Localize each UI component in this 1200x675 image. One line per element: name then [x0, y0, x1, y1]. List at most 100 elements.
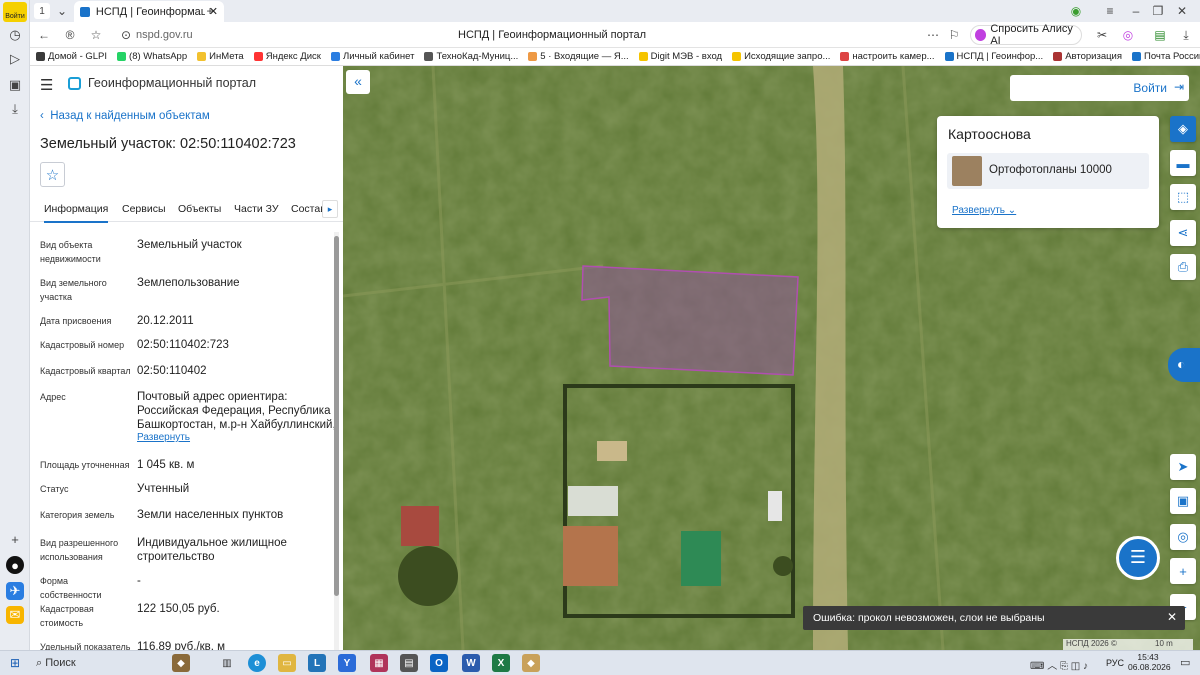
windows-start-icon[interactable]: ⊞	[10, 656, 20, 670]
yandex-icon[interactable]: Y	[338, 654, 356, 672]
back-icon[interactable]: ←	[36, 27, 52, 43]
extension-icon[interactable]: ▤	[1152, 27, 1168, 43]
attribute-label: Вид земельного участка	[40, 278, 107, 302]
play-icon[interactable]: ▷	[6, 50, 24, 68]
bookmark-label: Личный кабинет	[342, 51, 415, 62]
tab-3[interactable]: Части ЗУ	[234, 203, 279, 221]
app-icon[interactable]: L	[308, 654, 326, 672]
edge-icon[interactable]: e	[248, 654, 266, 672]
zoom-in-icon[interactable]: +	[1170, 558, 1196, 584]
tabs-next-icon[interactable]: ▸	[322, 200, 338, 218]
basemap-expand-link[interactable]: Развернуть ⌄	[952, 205, 1016, 216]
parcel-polygon[interactable]	[581, 265, 799, 376]
ruler-icon[interactable]: ▬	[1170, 150, 1196, 176]
search-box[interactable]: ⌕ Поиск	[36, 657, 76, 670]
downloads-icon[interactable]: ⤓	[6, 100, 24, 118]
language-indicator[interactable]: РУС	[1106, 658, 1124, 668]
tray-icons[interactable]: ⌨ ︿ ⎘ ◫ ♪	[1030, 657, 1088, 672]
tab-count[interactable]: 1	[34, 3, 50, 19]
favorite-star-icon[interactable]: ☆	[40, 162, 65, 187]
tab-2[interactable]: Объекты	[178, 203, 221, 221]
download-icon[interactable]: ⤓	[1178, 27, 1194, 43]
alice-button[interactable]: Спросить Алису AI	[970, 23, 1082, 47]
app-icon[interactable]: ◆	[522, 654, 540, 672]
assistant-icon[interactable]: ◐	[1168, 348, 1200, 382]
bookmark-favicon-icon	[117, 52, 127, 61]
select-area-icon[interactable]: ⬚	[1170, 184, 1196, 210]
bookmark-item[interactable]: Исходящие запро...	[732, 51, 830, 62]
one-icon[interactable]: ▣	[6, 76, 24, 94]
close-window-icon[interactable]: ✕	[1174, 3, 1190, 19]
extension-icon[interactable]: ◉	[1068, 3, 1084, 19]
minimap-icon[interactable]: ▣	[1170, 488, 1196, 514]
shield-icon[interactable]: ®	[62, 27, 78, 43]
calculator-icon[interactable]: ▤	[400, 654, 418, 672]
extension-icon[interactable]: ◎	[1120, 27, 1136, 43]
tab-1[interactable]: Сервисы	[122, 203, 166, 221]
add-icon[interactable]: +	[6, 530, 24, 548]
menu-icon[interactable]: ☰	[40, 76, 53, 94]
login-box[interactable]: Войти ⇥	[1010, 75, 1189, 101]
outlook-icon[interactable]: O	[430, 654, 448, 672]
clock[interactable]: 15:43 06.08.2026	[1128, 652, 1171, 672]
bookmark-label: Домой - GLPI	[48, 51, 108, 62]
more-icon[interactable]: ⋯	[925, 27, 941, 43]
bookmark-item[interactable]: ТехноКад-Муниц...	[424, 51, 518, 62]
bookmark-item[interactable]: настроить камер...	[840, 51, 935, 62]
basemap-item-label: Ортофотопланы 10000	[989, 164, 1112, 176]
task-view-icon[interactable]: ▥	[218, 654, 236, 672]
folder-icon[interactable]: ▭	[278, 654, 296, 672]
tab-4[interactable]: Состав	[291, 203, 326, 221]
star-icon[interactable]: ☆	[88, 27, 104, 43]
mail-icon[interactable]: ✉	[6, 606, 24, 624]
login-button[interactable]: Войти	[3, 2, 27, 22]
expand-address-link[interactable]: Развернуть	[137, 432, 190, 443]
minimize-icon[interactable]: –	[1128, 3, 1144, 19]
bookmark-item[interactable]: ИнМета	[197, 51, 244, 62]
calendar-icon[interactable]: ▦	[370, 654, 388, 672]
bookmark-item[interactable]: Авторизация	[1053, 51, 1122, 62]
bookmark-item[interactable]: Почта России - М...	[1132, 51, 1200, 62]
app-icon[interactable]: ✈	[6, 582, 24, 600]
excel-icon[interactable]: X	[492, 654, 510, 672]
attribute-label: Удельный показатель	[40, 642, 131, 650]
url-text[interactable]: nspd.gov.ru	[136, 29, 193, 41]
basemap-item[interactable]: Ортофотопланы 10000	[947, 153, 1149, 189]
attribute-value: 20.12.2011	[137, 315, 194, 327]
maximize-icon[interactable]: ❐	[1150, 3, 1166, 19]
bookmark-item[interactable]: НСПД | Геоинфор...	[944, 51, 1043, 62]
bookmark-item[interactable]: (8) WhatsApp	[117, 51, 187, 62]
print-icon[interactable]: ⎙	[1170, 254, 1196, 280]
new-tab-icon[interactable]: +	[202, 3, 218, 19]
chat-icon[interactable]: ☰	[1116, 536, 1160, 580]
building-roof	[563, 526, 618, 586]
bookmark-icon[interactable]: ⚐	[946, 27, 962, 43]
layers-icon[interactable]: ◈	[1170, 116, 1196, 142]
scissors-icon[interactable]: ✂	[1094, 27, 1110, 43]
back-link[interactable]: ‹ Назад к найденным объектам	[40, 110, 210, 122]
tree	[773, 556, 793, 576]
word-icon[interactable]: W	[462, 654, 480, 672]
close-icon[interactable]: ✕	[1167, 610, 1177, 624]
bookmark-item[interactable]: Digit МЭВ - вход	[638, 51, 722, 62]
collapse-panel-icon[interactable]: «	[346, 70, 370, 94]
chevron-down-icon[interactable]: ⌄	[54, 3, 70, 19]
scrollbar-thumb[interactable]	[334, 236, 339, 596]
compass-icon[interactable]: ◎	[1170, 524, 1196, 550]
app-icon[interactable]: ●	[6, 556, 24, 574]
bookmark-item[interactable]: Личный кабинет	[330, 51, 415, 62]
nspd-favicon-icon	[80, 6, 90, 17]
share-icon[interactable]: ⋖	[1170, 220, 1196, 246]
geolocation-icon[interactable]: ➤	[1170, 454, 1196, 480]
tab-0[interactable]: Информация	[44, 203, 109, 223]
history-icon[interactable]: ◷	[6, 26, 24, 44]
bookmark-item[interactable]: Домой - GLPI	[36, 51, 107, 62]
bookmark-item[interactable]: 5 · Входящие — Я...	[528, 51, 629, 62]
menu-icon[interactable]: ≡	[1102, 3, 1118, 19]
map-view[interactable]: « Войти ⇥ Картооснова Ортофотопланы 10000…	[343, 66, 1200, 650]
scrollbar[interactable]	[334, 232, 339, 650]
notifications-icon[interactable]: ▭	[1180, 656, 1190, 669]
tab-title: НСПД | Геоинформационный портал	[95, 5, 205, 18]
bookmark-item[interactable]: Яндекс Диск	[253, 51, 321, 62]
attribute-label: Адрес	[40, 392, 66, 402]
